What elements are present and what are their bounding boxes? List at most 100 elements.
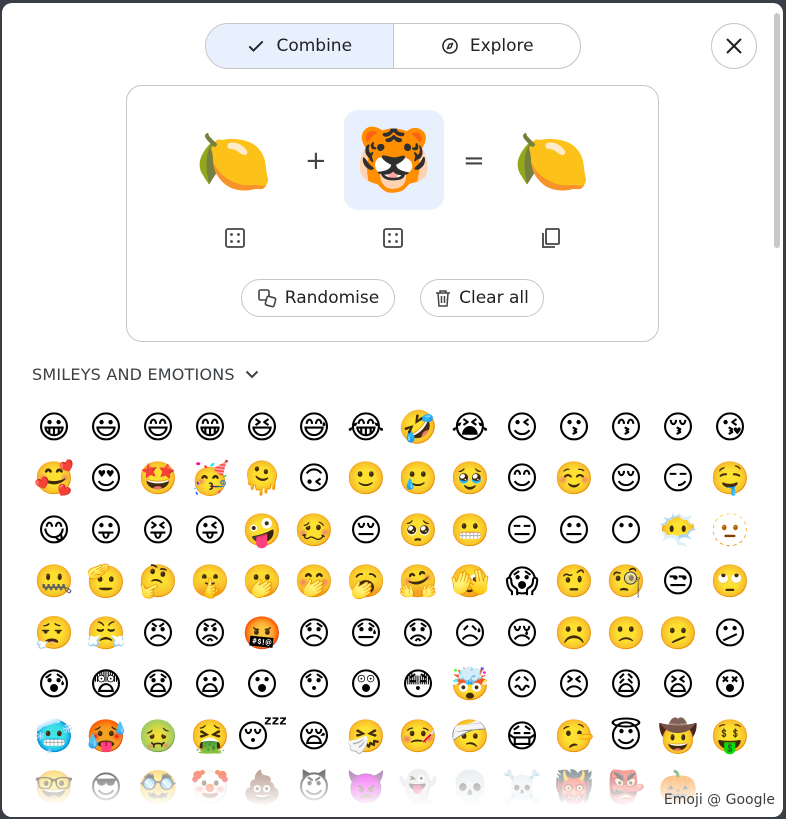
emoji-button[interactable]: 🫥 (704, 504, 756, 556)
emoji-button[interactable]: 🤑 (704, 710, 756, 762)
emoji-button[interactable]: 😨 (80, 659, 132, 711)
emoji-button[interactable]: 😣 (548, 659, 600, 711)
emoji-button[interactable]: 🤔 (132, 556, 184, 608)
emoji-button[interactable]: 😏 (652, 453, 704, 505)
emoji-button[interactable]: 🥶 (28, 710, 80, 762)
emoji-button[interactable]: 😆 (236, 401, 288, 453)
emoji-button[interactable]: 😶 (600, 504, 652, 556)
copy-icon[interactable] (540, 227, 562, 249)
emoji-button[interactable]: 🤭 (288, 556, 340, 608)
emoji-button[interactable]: 😶‍🌫️ (652, 504, 704, 556)
emoji-button[interactable]: 😬 (444, 504, 496, 556)
emoji-button[interactable]: 🙂 (340, 453, 392, 505)
emoji-button[interactable]: 😋 (28, 504, 80, 556)
scrollbar[interactable] (774, 13, 780, 248)
emoji-button[interactable]: 🤧 (340, 710, 392, 762)
emoji-button[interactable]: 😐 (548, 504, 600, 556)
emoji-button[interactable]: 😴 (236, 710, 288, 762)
emoji-button[interactable]: 😟 (392, 607, 444, 659)
emoji-button[interactable]: 😄 (132, 401, 184, 453)
emoji-button[interactable]: 🥰 (28, 453, 80, 505)
tab-explore[interactable]: Explore (394, 24, 581, 68)
emoji-button[interactable]: 🤩 (132, 453, 184, 505)
emoji-button[interactable]: 🥵 (80, 710, 132, 762)
emoji-button[interactable]: 🙄 (704, 556, 756, 608)
emoji-button[interactable]: 😫 (652, 659, 704, 711)
emoji-button[interactable]: 🤯 (444, 659, 496, 711)
emoji-button[interactable]: 🤨 (548, 556, 600, 608)
emoji-button[interactable]: 🫡 (80, 556, 132, 608)
emoji-button[interactable]: 🤬 (236, 607, 288, 659)
emoji-button[interactable]: 😇 (600, 710, 652, 762)
emoji-button[interactable]: 🫢 (236, 556, 288, 608)
emoji-button[interactable]: 😑 (496, 504, 548, 556)
emoji-button[interactable]: 🥺 (392, 504, 444, 556)
emoji-button[interactable]: 😦 (184, 659, 236, 711)
emoji-button[interactable]: 😉 (496, 401, 548, 453)
emoji-button[interactable]: 😭 (444, 401, 496, 453)
category-dropdown[interactable]: SMILEYS AND EMOTIONS (32, 365, 259, 384)
emoji-button[interactable]: 😠 (132, 607, 184, 659)
emoji-button[interactable]: 🥴 (288, 504, 340, 556)
emoji-button[interactable]: 😗 (548, 401, 600, 453)
emoji-button[interactable]: 🥹 (444, 453, 496, 505)
emoji-button[interactable]: 😌 (600, 453, 652, 505)
emoji-button[interactable]: 😛 (80, 504, 132, 556)
emoji-button[interactable]: 🤤 (704, 453, 756, 505)
emoji-button[interactable]: 😔 (340, 504, 392, 556)
emoji-button[interactable]: 🤗 (392, 556, 444, 608)
emoji-button[interactable]: 😲 (340, 659, 392, 711)
dice-icon-right[interactable] (382, 227, 404, 249)
emoji-button[interactable]: 🧐 (600, 556, 652, 608)
emoji-button[interactable]: 😀 (28, 401, 80, 453)
emoji-button[interactable]: 😃 (80, 401, 132, 453)
emoji-button[interactable]: 😥 (444, 607, 496, 659)
emoji-button[interactable]: 🤒 (392, 710, 444, 762)
emoji-button[interactable]: 😵 (704, 659, 756, 711)
emoji-button[interactable]: 😓 (340, 607, 392, 659)
emoji-button[interactable]: 😅 (288, 401, 340, 453)
emoji-button[interactable]: 😘 (704, 401, 756, 453)
emoji-button[interactable]: 😮 (236, 659, 288, 711)
emoji-button[interactable]: 😢 (496, 607, 548, 659)
close-button[interactable] (711, 23, 757, 69)
emoji-button[interactable]: ☹️ (548, 607, 600, 659)
right-emoji-slot[interactable]: 🐯 (344, 110, 444, 210)
emoji-button[interactable]: 😞 (288, 607, 340, 659)
emoji-button[interactable]: 😖 (496, 659, 548, 711)
emoji-button[interactable]: 🥳 (184, 453, 236, 505)
emoji-button[interactable]: 😡 (184, 607, 236, 659)
emoji-button[interactable]: 😩 (600, 659, 652, 711)
emoji-button[interactable]: 🙁 (600, 607, 652, 659)
emoji-button[interactable]: 🥱 (340, 556, 392, 608)
emoji-button[interactable]: 🤥 (548, 710, 600, 762)
emoji-button[interactable]: 😜 (184, 504, 236, 556)
emoji-button[interactable]: 🤫 (184, 556, 236, 608)
emoji-button[interactable]: 😤 (80, 607, 132, 659)
emoji-button[interactable]: 😂 (340, 401, 392, 453)
emoji-button[interactable]: 🫠 (236, 453, 288, 505)
emoji-button[interactable]: 🤮 (184, 710, 236, 762)
emoji-button[interactable]: 😕 (704, 607, 756, 659)
emoji-button[interactable]: 😰 (28, 659, 80, 711)
result-emoji[interactable]: 🍋 (502, 112, 602, 212)
emoji-button[interactable]: 😮‍💨 (28, 607, 80, 659)
emoji-button[interactable]: 😒 (652, 556, 704, 608)
emoji-button[interactable]: 😷 (496, 710, 548, 762)
emoji-button[interactable]: 😱 (496, 556, 548, 608)
emoji-button[interactable]: 😚 (652, 401, 704, 453)
emoji-button[interactable]: 🤕 (444, 710, 496, 762)
emoji-button[interactable]: 😊 (496, 453, 548, 505)
emoji-button[interactable]: 😯 (288, 659, 340, 711)
emoji-button[interactable]: 😪 (288, 710, 340, 762)
emoji-button[interactable]: 🙃 (288, 453, 340, 505)
emoji-button[interactable]: 😍 (80, 453, 132, 505)
emoji-button[interactable]: 🤢 (132, 710, 184, 762)
emoji-button[interactable]: 🤪 (236, 504, 288, 556)
emoji-button[interactable]: 😳 (392, 659, 444, 711)
emoji-button[interactable]: 😝 (132, 504, 184, 556)
emoji-button[interactable]: ☺️ (548, 453, 600, 505)
emoji-button[interactable]: 🫣 (444, 556, 496, 608)
emoji-button[interactable]: 😁 (184, 401, 236, 453)
emoji-button[interactable]: 🤐 (28, 556, 80, 608)
